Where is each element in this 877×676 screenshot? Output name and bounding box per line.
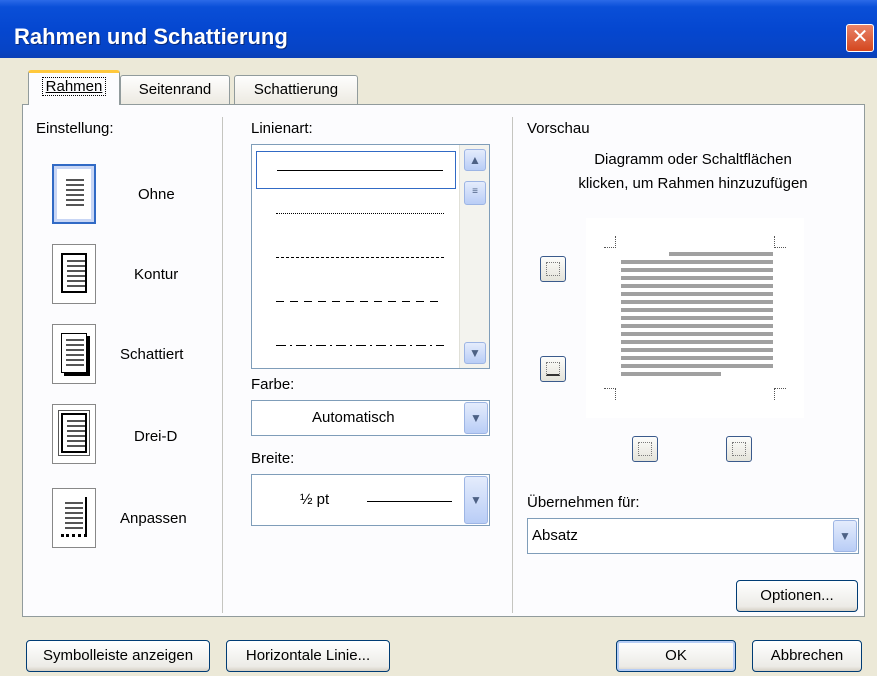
- border-left-button[interactable]: [632, 436, 658, 462]
- divider: [512, 117, 513, 613]
- width-value: ½ pt: [300, 491, 330, 508]
- line-style-label: Linienart:: [251, 120, 313, 137]
- cancel-button[interactable]: Abbrechen: [752, 640, 862, 672]
- line-style-solid[interactable]: [256, 151, 456, 189]
- apply-to-label: Übernehmen für:: [527, 494, 640, 511]
- setting-3d-label[interactable]: Drei-D: [134, 428, 177, 445]
- tab-rahmen[interactable]: Rahmen: [28, 70, 120, 105]
- setting-box-label[interactable]: Kontur: [134, 266, 178, 283]
- title-bar: Rahmen und Schattierung ✕: [0, 0, 877, 58]
- setting-custom-icon[interactable]: [52, 488, 96, 548]
- line-style-dashed[interactable]: [256, 283, 456, 321]
- apply-to-dropdown[interactable]: Absatz ▼: [527, 518, 859, 554]
- tab-label: Rahmen: [41, 77, 107, 96]
- window-title: Rahmen und Schattierung: [14, 24, 288, 49]
- scroll-thumb[interactable]: ≡: [464, 181, 486, 205]
- ok-button[interactable]: OK: [616, 640, 736, 672]
- close-icon[interactable]: ✕: [846, 24, 874, 52]
- color-label: Farbe:: [251, 376, 295, 393]
- line-style-dashed-fine[interactable]: [256, 239, 456, 277]
- divider: [222, 117, 223, 613]
- apply-to-value: Absatz: [532, 527, 578, 544]
- setting-none-icon[interactable]: [52, 164, 96, 224]
- tab-schattierung[interactable]: Schattierung: [234, 75, 358, 105]
- width-line-sample: [367, 501, 452, 502]
- chevron-down-icon[interactable]: ▼: [464, 476, 488, 524]
- color-dropdown[interactable]: Automatisch ▼: [251, 400, 490, 436]
- tab-seitenrand[interactable]: Seitenrand: [120, 75, 230, 105]
- color-value: Automatisch: [312, 409, 395, 426]
- border-bottom-button[interactable]: [540, 356, 566, 382]
- tab-label: Seitenrand: [138, 81, 212, 98]
- line-style-dotted[interactable]: [256, 195, 456, 233]
- horizontal-line-button[interactable]: Horizontale Linie...: [226, 640, 390, 672]
- line-style-dash-dot[interactable]: [256, 327, 456, 365]
- tab-label: Schattierung: [253, 81, 339, 98]
- setting-box-icon[interactable]: [52, 244, 96, 304]
- setting-none-label[interactable]: Ohne: [138, 186, 175, 203]
- line-style-list[interactable]: ▲ ≡ ▼: [251, 144, 490, 369]
- line-style-scrollbar[interactable]: ▲ ≡ ▼: [459, 145, 489, 368]
- setting-custom-label[interactable]: Anpassen: [120, 510, 187, 527]
- chevron-down-icon[interactable]: ▼: [833, 520, 857, 552]
- preview-diagram[interactable]: [586, 218, 804, 418]
- chevron-down-icon[interactable]: ▼: [464, 402, 488, 434]
- width-label: Breite:: [251, 450, 295, 467]
- scroll-up-icon[interactable]: ▲: [464, 149, 486, 171]
- settings-heading: Einstellung:: [36, 120, 114, 137]
- scroll-down-icon[interactable]: ▼: [464, 342, 486, 364]
- options-button[interactable]: Optionen...: [736, 580, 858, 612]
- show-toolbar-button[interactable]: Symbolleiste anzeigen: [26, 640, 210, 672]
- setting-shadow-icon[interactable]: [52, 324, 96, 384]
- setting-shadow-label[interactable]: Schattiert: [120, 346, 183, 363]
- preview-hint-line2: klicken, um Rahmen hinzuzufügen: [578, 175, 808, 192]
- border-top-button[interactable]: [540, 256, 566, 282]
- width-dropdown[interactable]: ½ pt ▼: [251, 474, 490, 526]
- setting-3d-icon[interactable]: [52, 404, 96, 464]
- preview-heading: Vorschau: [527, 120, 590, 137]
- preview-hint-line1: Diagramm oder Schaltflächen: [594, 151, 792, 168]
- border-right-button[interactable]: [726, 436, 752, 462]
